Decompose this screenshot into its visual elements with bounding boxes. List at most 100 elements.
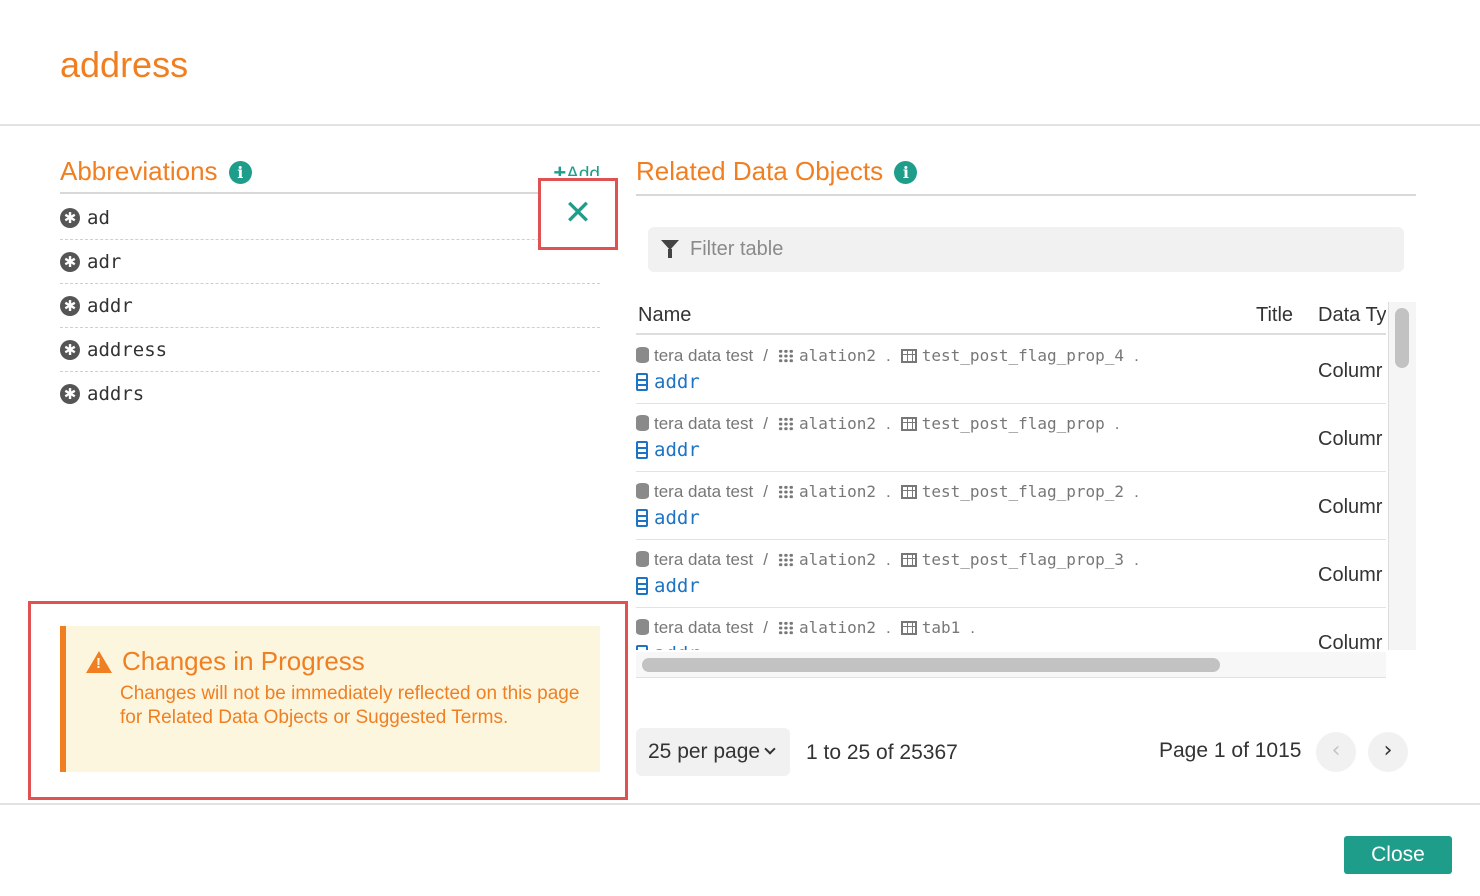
column-icon (636, 577, 648, 595)
table-row[interactable]: tera data test / alation2. test_post_flag_p… (636, 336, 1386, 404)
table-name[interactable]: test_post_flag_prop_2 (922, 482, 1124, 501)
per-page-select[interactable]: 25 per page (636, 728, 790, 776)
add-abbreviation-button[interactable]: +Add (553, 160, 600, 176)
abbreviations-header: Abbreviations i +Add (60, 156, 600, 194)
changes-in-progress-alert: ! Changes in Progress Changes will not b… (60, 626, 600, 772)
column-header-data-type[interactable]: Data Ty (1318, 304, 1386, 327)
column-header-title[interactable]: Title (1256, 304, 1293, 327)
data-type-cell: Columr (1318, 496, 1383, 518)
schema-name[interactable]: alation2 (799, 618, 876, 637)
asterisk-icon: ✱ (60, 207, 80, 228)
related-objects-title-text: Related Data Objects (636, 156, 884, 186)
schema-icon (777, 485, 794, 499)
next-page-button[interactable]: › (1368, 732, 1408, 772)
schema-name[interactable]: alation2 (799, 550, 876, 569)
column-name: addr (654, 575, 700, 597)
abbreviation-label: addrs (87, 383, 145, 405)
abbreviation-label: ad (87, 206, 110, 229)
abbreviations-title: Abbreviations i (60, 156, 252, 187)
column-name: addr (654, 643, 700, 650)
table-row[interactable]: tera data test / alation2. test_post_flag_p… (636, 540, 1386, 608)
list-item[interactable]: ✱ addr (60, 284, 600, 328)
column-header-name[interactable]: Name (638, 304, 691, 327)
horizontal-scrollbar[interactable] (636, 652, 1386, 678)
datasource-name[interactable]: tera data test (654, 346, 753, 365)
database-icon (636, 483, 649, 499)
datasource-name[interactable]: tera data test (654, 414, 753, 433)
data-type-cell: Columr (1318, 632, 1383, 650)
per-page-label: 25 per page (648, 740, 761, 763)
object-path: tera data test / alation2. test_post_flag_p… (636, 346, 1149, 366)
table-row[interactable]: tera data test / alation2. test_post_flag_p… (636, 404, 1386, 472)
table-name[interactable]: test_post_flag_prop (922, 414, 1105, 433)
vertical-scrollbar[interactable] (1388, 302, 1416, 650)
table-row[interactable]: tera data test/alation2.tab1. addr Colum… (636, 608, 1386, 650)
database-icon (636, 619, 649, 635)
abbreviation-label: adr (87, 250, 122, 273)
list-item[interactable]: ✱ adr (60, 240, 600, 284)
data-type-cell: Columr (1318, 360, 1383, 382)
info-icon[interactable]: i (228, 161, 252, 184)
table-name[interactable]: test_post_flag_prop_4 (922, 346, 1124, 365)
schema-icon (777, 417, 794, 431)
table-name[interactable]: test_post_flag_prop_3 (922, 550, 1124, 569)
column-link[interactable]: addr (636, 371, 700, 393)
plus-icon: + (553, 160, 567, 176)
remove-abbreviation-highlight: ✕ (538, 178, 618, 250)
schema-icon (777, 349, 794, 363)
asterisk-icon: ✱ (60, 295, 80, 316)
datasource-name[interactable]: tera data test (654, 482, 753, 501)
column-link[interactable]: addr (636, 507, 700, 529)
database-icon (636, 347, 649, 363)
datasource-name[interactable]: tera data test (654, 618, 753, 637)
previous-page-button[interactable]: ‹ (1316, 732, 1356, 772)
object-path: tera data test / alation2. test_post_flag_p… (636, 482, 1149, 502)
schema-name[interactable]: alation2 (799, 414, 876, 433)
table-icon (900, 553, 917, 567)
add-label: Add (566, 164, 600, 176)
result-range: 1 to 25 of 25367 (806, 741, 958, 764)
table-row[interactable]: tera data test / alation2. test_post_flag_p… (636, 472, 1386, 540)
table-icon (900, 349, 917, 363)
scrollbar-thumb[interactable] (642, 658, 1220, 672)
footer-divider (0, 803, 1480, 805)
schema-icon (777, 621, 794, 635)
close-icon[interactable]: ✕ (541, 193, 615, 233)
asterisk-icon: ✱ (60, 384, 80, 404)
alert-body: Changes will not be immediately reflecte… (120, 683, 580, 728)
list-item[interactable]: ✱ addrs (60, 372, 600, 416)
column-link[interactable]: addr (636, 643, 700, 650)
data-type-cell: Columr (1318, 564, 1383, 586)
filter-bar (648, 227, 1404, 272)
list-item[interactable]: ✱ ad (60, 196, 600, 240)
database-icon (636, 415, 649, 431)
schema-name[interactable]: alation2 (799, 346, 876, 365)
scrollbar-thumb[interactable] (1395, 308, 1409, 368)
column-name: addr (654, 507, 700, 529)
close-button[interactable]: Close (1344, 836, 1452, 874)
abbreviation-label: address (87, 338, 168, 361)
info-icon[interactable]: i (894, 161, 918, 184)
list-item[interactable]: ✱ address (60, 328, 600, 372)
column-icon (636, 509, 648, 527)
column-link[interactable]: addr (636, 439, 700, 461)
abbreviations-list: ✱ ad ✱ adr ✱ addr ✱ address ✱ addrs (60, 196, 600, 416)
table-icon (900, 417, 917, 431)
database-icon (636, 551, 649, 567)
filter-input[interactable] (690, 227, 1390, 272)
table-icon (900, 485, 917, 499)
column-link[interactable]: addr (636, 575, 700, 597)
header-divider (0, 124, 1480, 126)
table-icon (900, 621, 917, 635)
asterisk-icon: ✱ (60, 339, 80, 360)
object-path: tera data test / alation2. test_post_flag_p… (636, 414, 1130, 434)
chevron-down-icon (764, 743, 776, 755)
datasource-name[interactable]: tera data test (654, 550, 753, 569)
object-path: tera data test / alation2. test_post_flag_p… (636, 550, 1149, 570)
table-name[interactable]: tab1 (922, 618, 961, 637)
filter-icon (661, 240, 679, 258)
column-icon (636, 373, 648, 391)
data-type-cell: Columr (1318, 428, 1383, 450)
column-name: addr (654, 371, 700, 393)
schema-name[interactable]: alation2 (799, 482, 876, 501)
